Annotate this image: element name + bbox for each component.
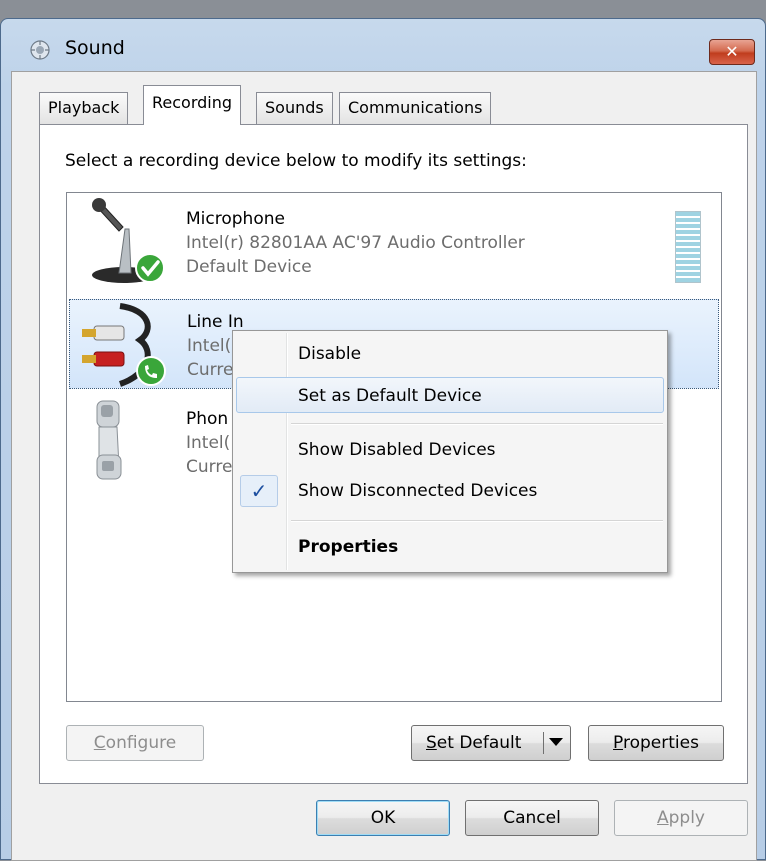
menu-item-show-disabled[interactable]: Show Disabled Devices: [236, 432, 664, 468]
device-status: Curre: [187, 360, 234, 380]
tab-label: Communications: [348, 98, 483, 117]
mnemonic: A: [656, 808, 669, 828]
button-label: roperties: [622, 733, 699, 753]
speaker-icon: [30, 40, 50, 60]
close-button[interactable]: ✕: [709, 39, 755, 65]
menu-item-properties[interactable]: Properties: [236, 529, 664, 565]
title-bar[interactable]: Sound ✕: [1, 19, 765, 65]
tab-recording[interactable]: Recording: [143, 85, 242, 125]
menu-separator: [291, 423, 663, 425]
instruction-text: Select a recording device below to modif…: [65, 151, 527, 171]
device-item-microphone[interactable]: Microphone Intel(r) 82801AA AC'97 Audio …: [69, 197, 719, 287]
button-label: onfigure: [105, 733, 177, 753]
menu-item-label: Show Disconnected Devices: [298, 481, 538, 501]
close-icon: ✕: [725, 42, 739, 61]
button-label: et Default: [436, 733, 522, 753]
device-status: Default Device: [186, 257, 312, 277]
tab-sounds[interactable]: Sounds: [256, 92, 333, 124]
tab-label: Sounds: [265, 98, 324, 117]
tab-label: Playback: [48, 98, 120, 117]
dropdown-arrow-icon[interactable]: [549, 738, 563, 746]
menu-item-disable[interactable]: Disable: [236, 336, 664, 372]
mnemonic: S: [426, 733, 437, 753]
device-status: Curre: [186, 457, 233, 477]
device-description: Intel(: [186, 433, 231, 453]
device-name: Microphone: [186, 209, 285, 229]
tab-communications[interactable]: Communications: [339, 92, 492, 124]
checkmark-icon: ✓: [240, 475, 278, 507]
split-separator: [543, 732, 544, 754]
context-menu: Disable Set as Default Device Show Disab…: [232, 330, 668, 573]
menu-item-set-as-default[interactable]: Set as Default Device: [236, 377, 664, 413]
button-label: OK: [370, 808, 396, 828]
menu-item-show-disconnected[interactable]: ✓ Show Disconnected Devices: [236, 473, 664, 509]
green-phone-badge-icon: [136, 356, 166, 386]
tab-label: Recording: [152, 93, 233, 112]
window-title: Sound: [65, 37, 125, 59]
menu-item-label: Disable: [298, 344, 362, 364]
apply-button[interactable]: Apply: [614, 800, 748, 836]
telephone-handset-icon: [96, 400, 122, 480]
ok-button[interactable]: OK: [316, 800, 450, 836]
properties-button[interactable]: Properties: [588, 725, 724, 761]
green-check-badge-icon: [135, 253, 165, 283]
cancel-button[interactable]: Cancel: [465, 800, 599, 836]
device-description: Intel(: [187, 336, 232, 356]
menu-item-label: Properties: [298, 537, 399, 557]
menu-item-label: Show Disabled Devices: [298, 440, 496, 460]
menu-separator: [291, 520, 663, 522]
device-name: Phon: [186, 409, 229, 429]
menu-item-label: Set as Default Device: [298, 386, 482, 406]
mnemonic: C: [93, 733, 106, 753]
button-label: Cancel: [503, 808, 561, 828]
device-name: Line In: [187, 312, 244, 332]
device-description: Intel(r) 82801AA AC'97 Audio Controller: [186, 233, 525, 253]
tab-playback[interactable]: Playback: [39, 92, 129, 124]
input-level-meter: [675, 211, 701, 283]
set-default-split-button[interactable]: Set Default: [411, 725, 571, 761]
configure-button[interactable]: Configure: [66, 725, 204, 761]
button-label: pply: [668, 808, 705, 828]
mnemonic: P: [613, 733, 623, 753]
